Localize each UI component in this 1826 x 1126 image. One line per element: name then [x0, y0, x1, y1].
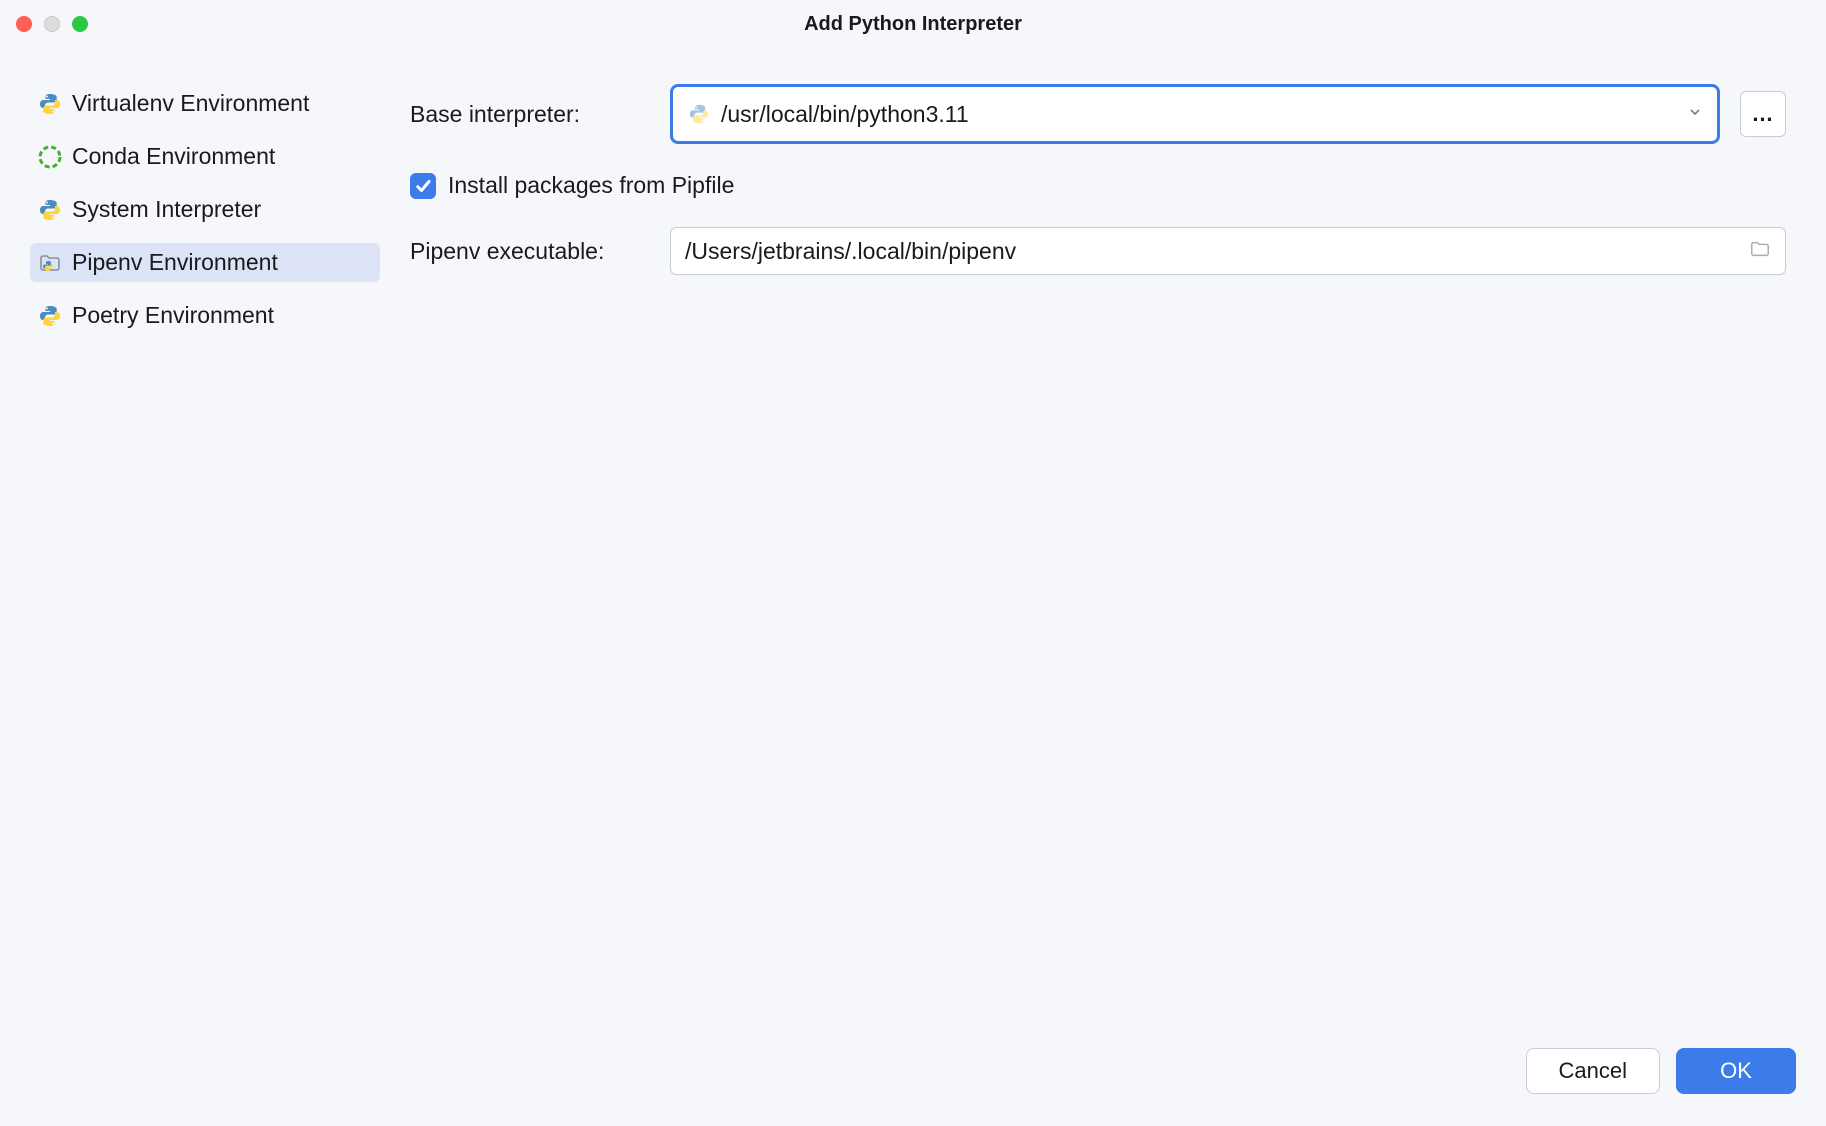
pipenv-executable-value: /Users/jetbrains/.local/bin/pipenv [685, 238, 1739, 265]
sidebar-item-system[interactable]: System Interpreter [30, 190, 380, 229]
ok-button[interactable]: OK [1676, 1048, 1796, 1094]
sidebar-item-poetry[interactable]: Poetry Environment [30, 296, 380, 335]
content-area: Virtualenv Environment Conda Environment… [0, 48, 1826, 1036]
sidebar-item-label: Conda Environment [72, 143, 275, 170]
base-interpreter-row: Base interpreter: /usr/local/bin/python3… [410, 84, 1786, 144]
sidebar-item-label: Poetry Environment [72, 302, 274, 329]
base-interpreter-dropdown[interactable]: /usr/local/bin/python3.11 [670, 84, 1720, 144]
base-interpreter-value: /usr/local/bin/python3.11 [721, 101, 1677, 128]
window-title: Add Python Interpreter [804, 13, 1022, 36]
sidebar-item-conda[interactable]: Conda Environment [30, 137, 380, 176]
pipenv-executable-label: Pipenv executable: [410, 238, 650, 265]
pipenv-executable-row: Pipenv executable: /Users/jetbrains/.loc… [410, 227, 1786, 275]
titlebar: Add Python Interpreter [0, 0, 1826, 48]
pipenv-executable-input[interactable]: /Users/jetbrains/.local/bin/pipenv [670, 227, 1786, 275]
base-interpreter-browse-button[interactable]: … [1740, 91, 1786, 137]
window-maximize-button[interactable] [72, 16, 88, 32]
sidebar-item-pipenv[interactable]: Pipenv Environment [30, 243, 380, 282]
conda-icon [38, 145, 62, 169]
footer: Cancel OK [0, 1036, 1826, 1126]
sidebar-item-label: System Interpreter [72, 196, 261, 223]
base-interpreter-label: Base interpreter: [410, 101, 650, 128]
sidebar: Virtualenv Environment Conda Environment… [0, 48, 390, 1036]
sidebar-item-label: Pipenv Environment [72, 249, 278, 276]
install-packages-row: Install packages from Pipfile [410, 172, 1786, 199]
window-close-button[interactable] [16, 16, 32, 32]
pipenv-folder-icon [38, 251, 62, 275]
python-icon [38, 92, 62, 116]
python-icon [38, 198, 62, 222]
python-icon [687, 102, 711, 126]
sidebar-item-virtualenv[interactable]: Virtualenv Environment [30, 84, 380, 123]
install-packages-label: Install packages from Pipfile [448, 172, 734, 199]
install-packages-checkbox[interactable] [410, 173, 436, 199]
traffic-lights [16, 16, 88, 32]
window-minimize-button[interactable] [44, 16, 60, 32]
folder-icon[interactable] [1749, 238, 1771, 265]
python-icon [38, 304, 62, 328]
chevron-down-icon [1687, 104, 1703, 125]
cancel-button[interactable]: Cancel [1526, 1048, 1660, 1094]
sidebar-item-label: Virtualenv Environment [72, 90, 309, 117]
main-panel: Base interpreter: /usr/local/bin/python3… [390, 48, 1826, 1036]
